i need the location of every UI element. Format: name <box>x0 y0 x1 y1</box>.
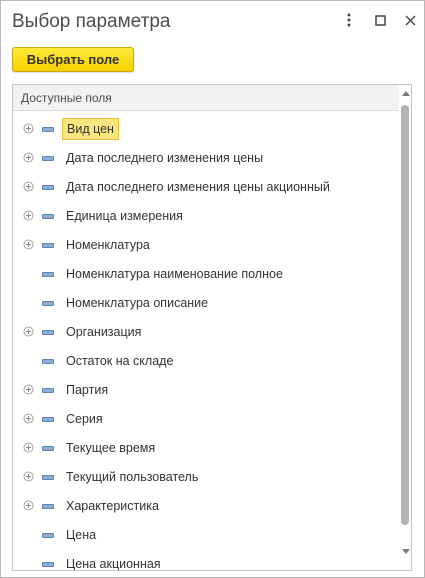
field-label: Номенклатура наименование полное <box>66 267 283 281</box>
field-icon <box>42 446 54 451</box>
field-label: Единица измерения <box>66 209 183 223</box>
expand-plus-icon[interactable] <box>23 500 34 511</box>
close-button[interactable] <box>400 11 420 33</box>
scroll-down-arrow-icon[interactable] <box>402 549 410 554</box>
table-row[interactable]: Единица измерения <box>13 202 399 231</box>
field-label: Вид цен <box>62 118 119 140</box>
table-row[interactable]: Характеристика <box>13 492 399 521</box>
table-row[interactable]: Вид цен <box>13 115 399 144</box>
table-row[interactable]: Организация <box>13 318 399 347</box>
field-icon <box>42 127 54 132</box>
scroll-up-arrow-icon[interactable] <box>402 91 410 96</box>
expand-plus-icon[interactable] <box>23 210 34 221</box>
field-icon <box>42 156 54 161</box>
expand-plus-icon[interactable] <box>23 181 34 192</box>
field-label: Номенклатура описание <box>66 296 209 310</box>
table-row[interactable]: Номенклатура наименование полное <box>13 260 399 289</box>
scroll-thumb[interactable] <box>401 105 409 525</box>
maximize-icon <box>374 13 386 31</box>
table-row[interactable]: Текущий пользователь <box>13 463 399 492</box>
expand-plus-icon[interactable] <box>23 413 34 424</box>
table-row[interactable]: Номенклатура описание <box>13 289 399 318</box>
table-header: Доступные поля <box>13 85 399 111</box>
field-icon <box>42 562 54 567</box>
field-icon <box>42 533 54 538</box>
expand-plus-icon[interactable] <box>23 152 34 163</box>
expand-plus-icon[interactable] <box>23 123 34 134</box>
dialog-title: Выбор параметра <box>12 11 171 32</box>
table-row[interactable]: Партия <box>13 376 399 405</box>
field-icon <box>42 504 54 509</box>
more-actions-button[interactable] <box>339 11 359 33</box>
field-label: Характеристика <box>66 499 159 513</box>
parameter-selection-dialog: Выбор параметра Выбрать поле Доступные п… <box>0 0 425 578</box>
table-row[interactable]: Номенклатура <box>13 231 399 260</box>
expand-plus-icon[interactable] <box>23 239 34 250</box>
table-row[interactable]: Текущее время <box>13 434 399 463</box>
field-label: Номенклатура <box>66 238 150 252</box>
field-icon <box>42 243 54 248</box>
field-label: Дата последнего изменения цены акционный <box>66 180 330 194</box>
table-row[interactable]: Дата последнего изменения цены <box>13 144 399 173</box>
field-icon <box>42 185 54 190</box>
field-label: Партия <box>66 383 109 397</box>
select-field-button[interactable]: Выбрать поле <box>12 47 134 72</box>
expand-plus-icon[interactable] <box>23 471 34 482</box>
field-label: Цена <box>66 528 97 542</box>
field-icon <box>42 301 54 306</box>
expand-plus-icon[interactable] <box>23 384 34 395</box>
close-icon <box>405 13 416 31</box>
available-fields-table: Доступные поля Вид цен Дата последнего из… <box>12 84 412 571</box>
table-row[interactable]: Цена <box>13 521 399 550</box>
field-icon <box>42 359 54 364</box>
field-icon <box>42 388 54 393</box>
field-icon <box>42 214 54 219</box>
table-row[interactable]: Серия <box>13 405 399 434</box>
field-label: Текущий пользователь <box>66 470 199 484</box>
field-label: Организация <box>66 325 142 339</box>
table-row[interactable]: Дата последнего изменения цены акционный <box>13 173 399 202</box>
field-icon <box>42 272 54 277</box>
expand-plus-icon[interactable] <box>23 326 34 337</box>
vertical-scrollbar[interactable] <box>399 85 411 570</box>
field-label: Остаток на складе <box>66 354 174 368</box>
field-label: Текущее время <box>66 441 156 455</box>
field-label: Серия <box>66 412 103 426</box>
expand-plus-icon[interactable] <box>23 442 34 453</box>
field-icon <box>42 417 54 422</box>
field-label: Цена акционная <box>66 557 161 571</box>
field-label: Дата последнего изменения цены <box>66 151 264 165</box>
field-icon <box>42 475 54 480</box>
vertical-dots-icon <box>347 13 351 32</box>
fields-list: Вид цен Дата последнего изменения цены Дат… <box>13 115 399 571</box>
maximize-button[interactable] <box>370 11 390 33</box>
field-icon <box>42 330 54 335</box>
table-row[interactable]: Остаток на складе <box>13 347 399 376</box>
table-row[interactable]: Цена акционная <box>13 550 399 571</box>
